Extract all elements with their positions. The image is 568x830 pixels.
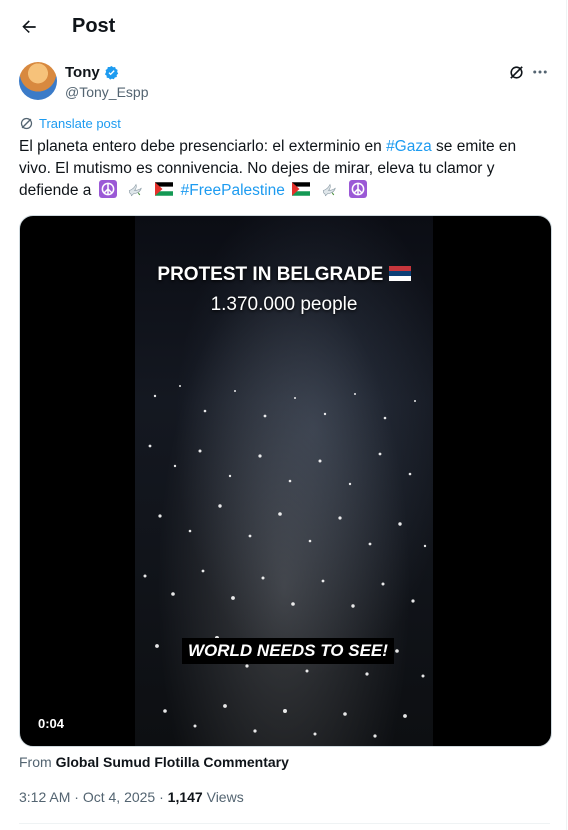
palestine-flag-icon <box>155 182 174 196</box>
post-date[interactable]: Oct 4, 2025 <box>83 789 155 805</box>
views-count: 1,147 <box>167 789 203 805</box>
post-meta: 3:12 AM · Oct 4, 2025 · 1,147 Views <box>19 789 244 805</box>
translate-icon <box>20 117 33 130</box>
more-options-button[interactable] <box>530 62 550 82</box>
meta-separator: · <box>70 789 83 805</box>
hashtag-gaza[interactable]: #Gaza <box>386 138 432 155</box>
grok-icon <box>509 65 523 79</box>
dove-icon <box>322 183 336 197</box>
author-handle[interactable]: @Tony_Espp <box>65 84 148 100</box>
more-horizontal-icon <box>533 70 547 74</box>
post-text-part1: El planeta entero debe presenciarlo: el … <box>19 138 387 155</box>
video-overlay-caption: WORLD NEEDS TO SEE! <box>182 638 394 664</box>
post-text: El planeta entero debe presenciarlo: el … <box>19 136 549 202</box>
page-header: Post <box>0 0 566 53</box>
source-link[interactable]: Global Sumud Flotilla Commentary <box>56 754 289 770</box>
grok-button[interactable] <box>506 62 526 82</box>
views-label: Views <box>206 789 244 805</box>
translate-post-label[interactable]: Translate post <box>39 116 121 131</box>
source-attribution: From Global Sumud Flotilla Commentary <box>19 754 289 770</box>
palestine-flag-icon <box>292 182 311 196</box>
author-name-row[interactable]: Tony <box>65 64 119 81</box>
hashtag-freepalestine[interactable]: #FreePalestine <box>181 182 285 199</box>
divider <box>19 823 550 824</box>
author-name[interactable]: Tony <box>65 64 100 81</box>
video-overlay-subtitle: 1.370.000 people <box>210 294 358 315</box>
dove-icon <box>128 183 142 197</box>
page-title: Post <box>72 15 116 37</box>
video-overlay-title: PROTEST IN BELGRADE <box>135 264 433 286</box>
post-time[interactable]: 3:12 AM <box>19 789 70 805</box>
peace-symbol-icon <box>98 180 117 198</box>
meta-separator: · <box>155 789 168 805</box>
back-button[interactable] <box>14 12 44 42</box>
peace-symbol-icon <box>348 180 367 198</box>
verified-badge-icon <box>104 65 118 80</box>
video-player[interactable]: PROTEST IN BELGRADE 1.370.000 people WOR… <box>19 215 552 747</box>
translate-post-link[interactable]: Translate post <box>19 116 121 131</box>
source-prefix: From <box>19 754 56 770</box>
video-frame[interactable]: PROTEST IN BELGRADE 1.370.000 people WOR… <box>135 216 433 746</box>
serbia-flag-icon <box>388 266 411 281</box>
video-timestamp: 0:04 <box>32 714 71 733</box>
avatar[interactable] <box>19 62 57 100</box>
arrow-left-icon <box>22 20 36 33</box>
crowd-lights-image <box>143 385 427 738</box>
post-page: Post Tony @Tony_Espp Translate post El p… <box>0 0 567 830</box>
